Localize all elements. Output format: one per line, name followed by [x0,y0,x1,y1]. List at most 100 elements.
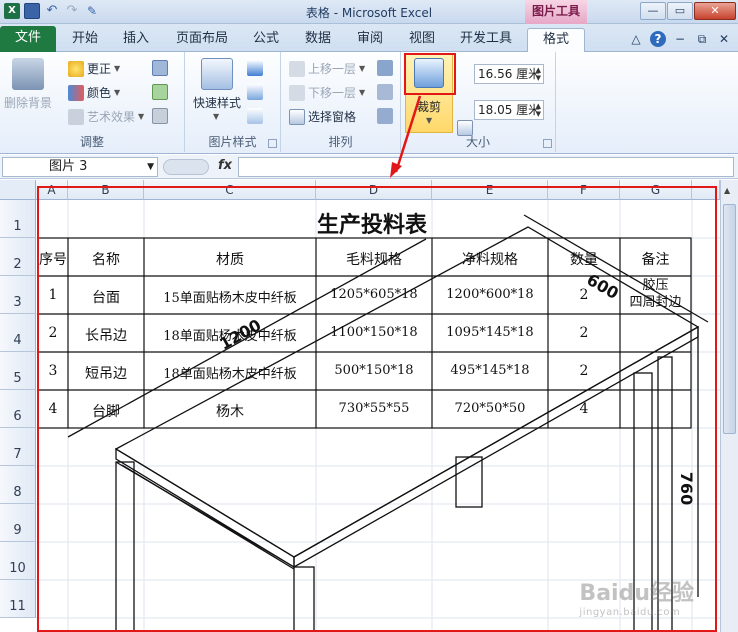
send-backward-button[interactable]: 下移一层 ▼ [289,84,365,101]
selection-pane-button[interactable]: 选择窗格 [289,108,356,125]
artistic-effects-button[interactable]: 艺术效果 ▼ [68,108,144,125]
table-cell: 18单面贴杨木皮中纤板 [163,367,297,382]
size-launcher-icon[interactable] [543,139,552,148]
window-title: 表格 - Microsoft Excel [305,6,433,20]
table-cell: 1205*605*18 [330,287,418,302]
artistic-effects-label: 艺术效果 [87,110,136,124]
row-header-7[interactable]: 7 [0,428,36,466]
window-min-icon[interactable]: − [672,31,688,47]
corrections-button[interactable]: 更正 ▼ [68,60,120,77]
header-cell: 净料规格 [462,252,518,268]
minimize-ribbon-icon[interactable]: △ [628,31,644,47]
picture-border-icon[interactable] [247,60,263,76]
ribbon: 删除背景 更正▼ 颜色▼ 艺术效果▼ 调整 快速样式 ▼ 图片样式 上移一 [0,52,738,174]
table-cell: 15单面贴杨木皮中纤板 [163,291,297,306]
rotate-icon[interactable] [377,108,393,124]
align-icon[interactable] [377,60,393,76]
tab-insert[interactable]: 插入 [114,28,158,52]
picture-layout-icon[interactable] [247,108,263,124]
color-label: 颜色 [87,86,112,100]
group-size-label: 大小 [465,135,490,149]
remove-background-button[interactable]: 删除背景 [4,94,52,111]
color-button[interactable]: 颜色 ▼ [68,84,120,101]
table-cell: 500*150*18 [334,363,414,378]
watermark-subtext: jingyan.baidu.com [579,607,681,618]
window-close-icon[interactable]: ✕ [716,31,732,47]
minimize-button[interactable]: — [640,2,666,20]
change-picture-icon[interactable] [152,84,168,100]
tab-page-layout[interactable]: 页面布局 [166,28,238,52]
reset-picture-icon[interactable] [152,108,168,124]
tab-view[interactable]: 视图 [400,28,444,52]
group-adjust: 删除背景 更正 ▼ 颜色 ▼ 艺术效果 ▼ 调整 [0,52,185,152]
insert-function-icon[interactable]: fx [218,158,232,173]
shape-height-input[interactable]: 16.56 厘米 ▲ ▼ [474,64,544,84]
excel-logo-icon[interactable]: X [4,3,20,19]
row-header-5[interactable]: 5 [0,352,36,390]
formula-bar-splitter[interactable] [163,159,209,175]
tab-formulas[interactable]: 公式 [244,28,288,52]
name-box-value: 图片 3 [49,159,88,174]
restore-button[interactable]: ▭ [667,2,693,20]
formula-input[interactable] [238,157,734,177]
tab-developer[interactable]: 开发工具 [452,28,520,52]
help-icon[interactable]: ? [650,31,666,47]
row-header-3[interactable]: 3 [0,276,36,314]
header-cell: 材质 [216,252,244,268]
tab-file[interactable]: 文件 [0,26,56,52]
shape-width-value: 18.05 厘米 [478,103,541,117]
scrollbar-thumb[interactable] [723,204,736,434]
redo-icon[interactable]: ↷ [64,3,80,19]
close-button[interactable]: ✕ [694,2,736,20]
row-header-1[interactable]: 1 [0,200,36,238]
row-header-8[interactable]: 8 [0,466,36,504]
bring-forward-button[interactable]: 上移一层 ▼ [289,60,365,77]
height-spinner-icon[interactable]: ▲ ▼ [536,66,541,82]
ribbon-tabs: 文件 开始 插入 页面布局 公式 数据 审阅 视图 开发工具 格式 △ ? − … [0,24,738,52]
vertical-scrollbar[interactable]: ▲ [720,180,738,632]
quick-styles-button[interactable]: 快速样式 [193,94,241,111]
picture-3[interactable]: 生产投料表 序号 名称 材质 毛料规格 净料规格 数量 备注 1 台面 15单面… [38,187,716,632]
worksheet: A B C D E F G 1 2 3 4 5 6 7 8 9 10 11 生产… [0,180,738,632]
quick-styles-icon[interactable] [201,58,233,90]
scroll-up-icon[interactable]: ▲ [724,186,730,195]
row-header-6[interactable]: 6 [0,390,36,428]
watermark: Baidu经验 jingyan.baidu.com [579,575,694,618]
picture-effects-icon[interactable] [247,84,263,100]
table-cell: 1200*600*18 [446,287,534,302]
group-objects-icon[interactable] [377,84,393,100]
compress-pictures-icon[interactable] [152,60,168,76]
group-arrange-label: 排列 [328,135,353,149]
header-cell: 序号 [39,252,67,268]
shape-width-input[interactable]: 18.05 厘米 ▲ ▼ [474,100,544,120]
row-header-10[interactable]: 10 [0,542,36,580]
row-header-2[interactable]: 2 [0,238,36,276]
send-backward-icon [289,84,305,101]
tab-review[interactable]: 审阅 [348,28,392,52]
table-cell: 台脚 [92,404,120,420]
table-cell: 1 [48,287,58,303]
window-restore-icon[interactable]: ⧉ [694,31,710,47]
undo-icon[interactable]: ↶ [44,3,60,19]
remove-background-icon[interactable] [12,58,44,90]
tab-home[interactable]: 开始 [62,28,108,52]
width-spinner-icon[interactable]: ▲ ▼ [536,102,541,118]
table-cell: 短吊边 [85,366,127,382]
group-arrange: 上移一层 ▼ 下移一层 ▼ 选择窗格 排列 [281,52,401,152]
select-all-corner[interactable] [0,180,36,200]
format-painter-icon[interactable]: ✎ [84,3,100,19]
picture-styles-launcher-icon[interactable] [268,139,277,148]
crop-highlight-frame [404,53,456,95]
group-picture-styles: 快速样式 ▼ 图片样式 [185,52,281,152]
tab-data[interactable]: 数据 [296,28,340,52]
name-box-dropdown-icon[interactable]: ▼ [147,158,154,176]
name-box[interactable]: 图片 3 ▼ [2,157,158,177]
tab-format[interactable]: 格式 [527,28,585,52]
group-adjust-label: 调整 [79,135,104,149]
row-header-11[interactable]: 11 [0,580,36,618]
row-header-4[interactable]: 4 [0,314,36,352]
save-icon[interactable] [24,3,40,19]
row-header-9[interactable]: 9 [0,504,36,542]
picture-title: 生产投料表 [316,212,427,238]
table-cell: 720*50*50 [454,401,526,416]
